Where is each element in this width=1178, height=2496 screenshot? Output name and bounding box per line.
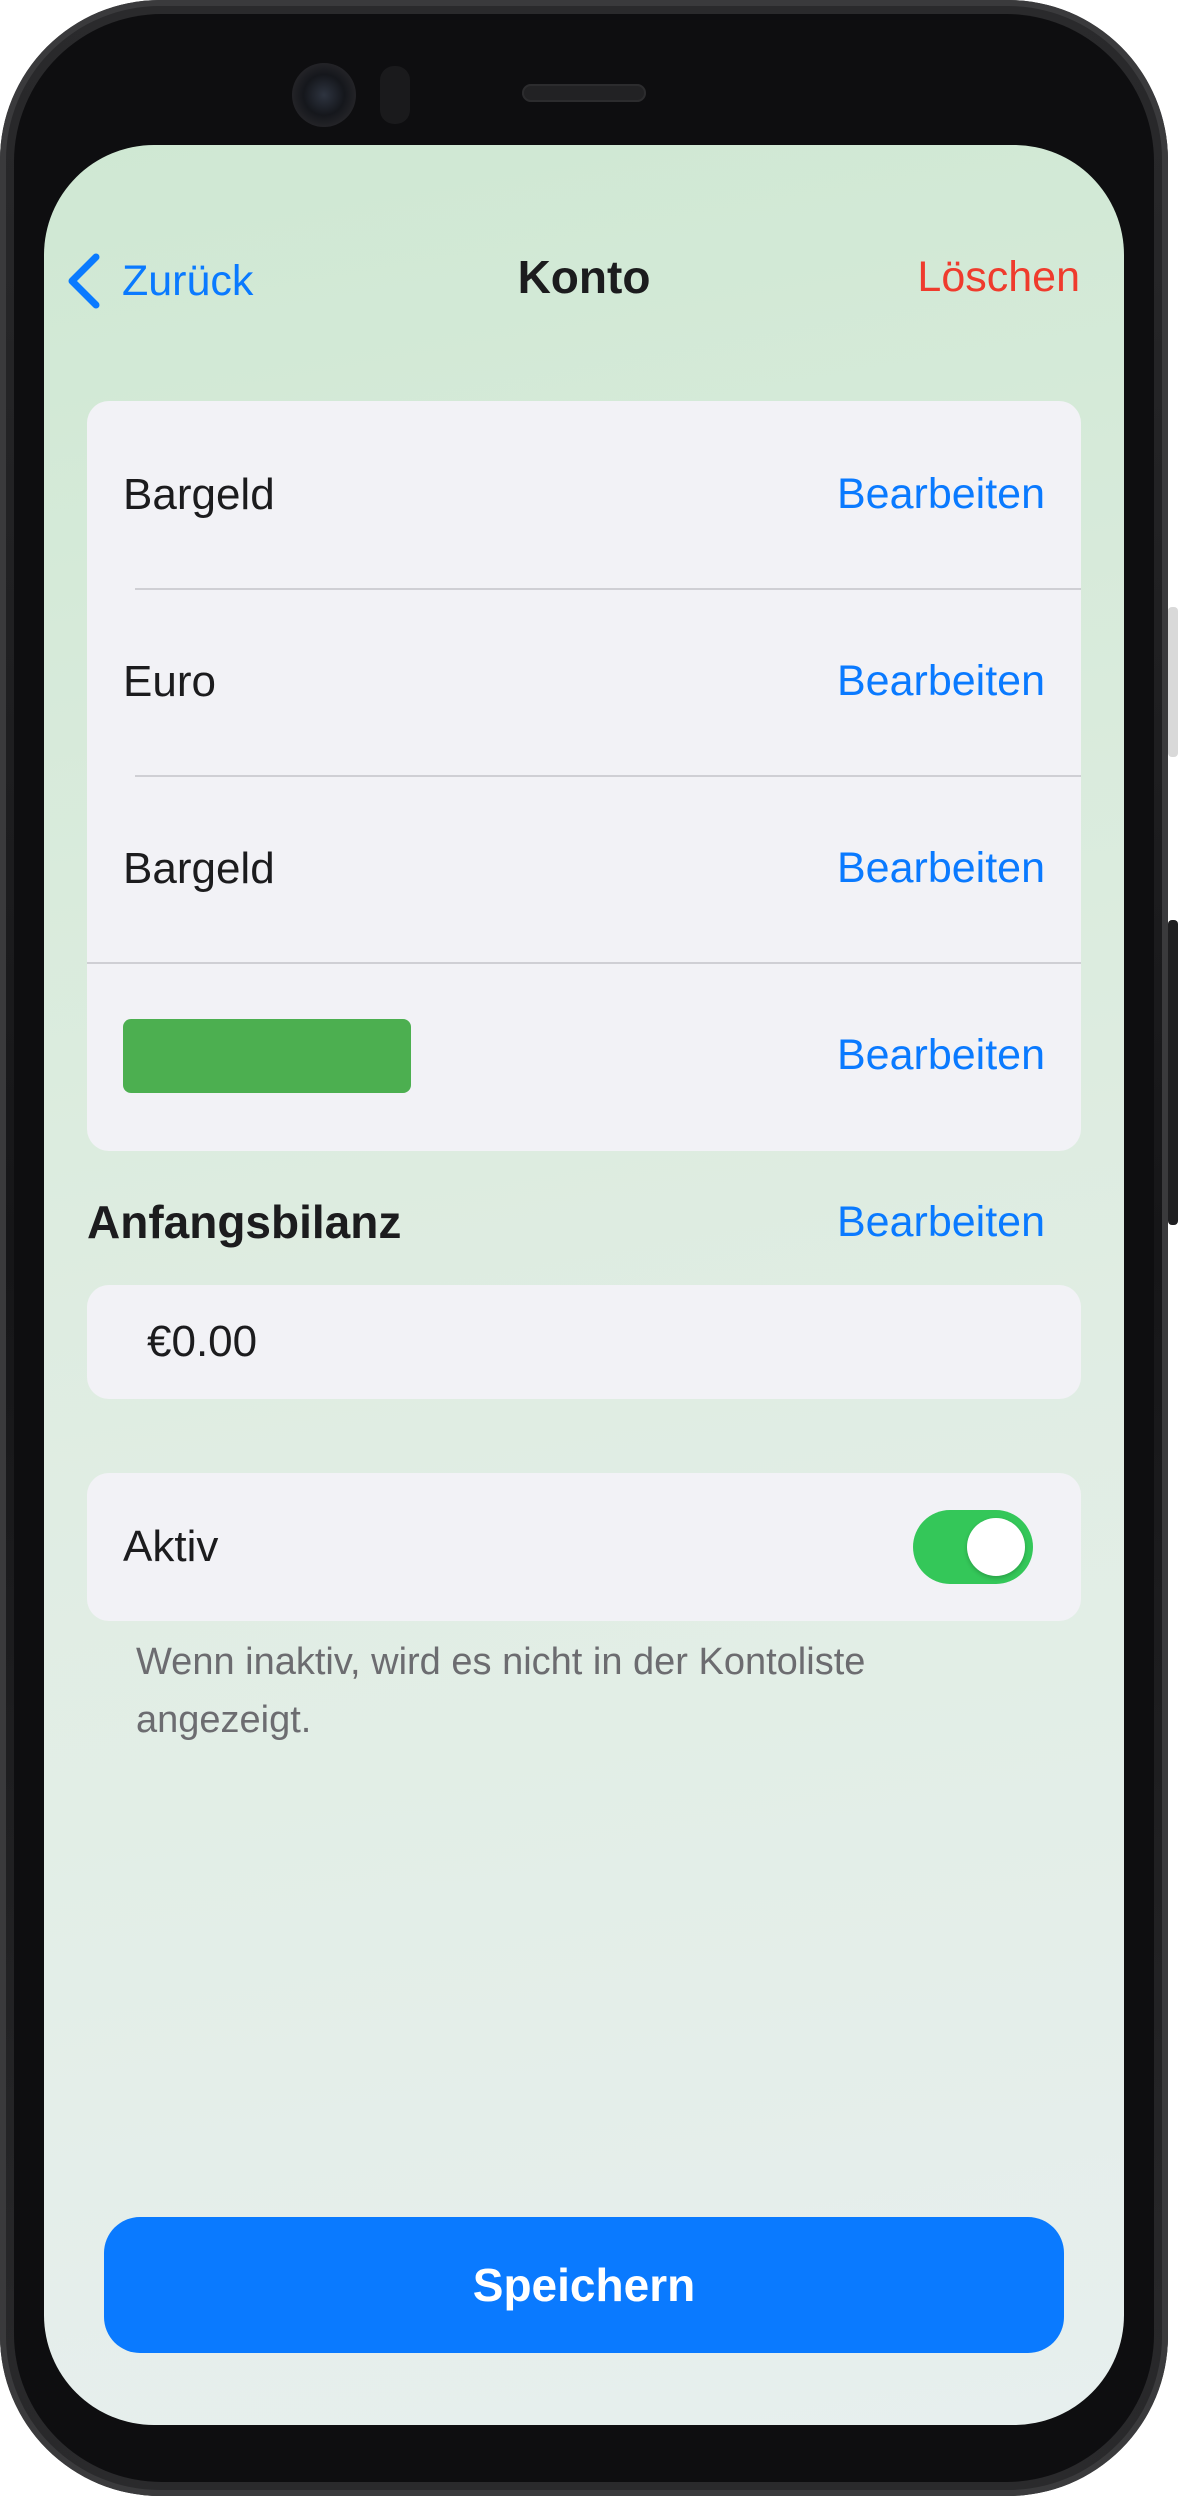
account-type: Bargeld	[123, 843, 275, 893]
edit-currency-button[interactable]: Bearbeiten	[837, 657, 1045, 706]
earpiece-speaker	[522, 84, 646, 102]
toggle-knob	[967, 1518, 1025, 1576]
initial-balance-card: €0.00	[87, 1285, 1081, 1399]
proximity-sensor	[380, 66, 410, 124]
edit-initial-balance-button[interactable]: Bearbeiten	[837, 1198, 1045, 1247]
back-button[interactable]: Zurück	[66, 253, 253, 309]
active-card: Aktiv	[87, 1473, 1081, 1621]
front-camera	[292, 63, 356, 127]
initial-balance-header: Anfangsbilanz Bearbeiten	[87, 1195, 1081, 1249]
currency-row: Euro Bearbeiten	[87, 588, 1081, 775]
app-screen: Zurück Konto Löschen Bargeld Bearbeiten …	[44, 145, 1124, 2425]
account-details-card: Bargeld Bearbeiten Euro Bearbeiten Barge…	[87, 401, 1081, 1151]
phone-frame: Zurück Konto Löschen Bargeld Bearbeiten …	[0, 0, 1168, 2496]
initial-balance-value: €0.00	[147, 1317, 258, 1366]
side-button-volume	[1168, 607, 1178, 757]
currency-name: Euro	[123, 656, 216, 706]
account-name: Bargeld	[123, 469, 275, 519]
active-toggle[interactable]	[913, 1510, 1033, 1584]
chevron-left-icon	[68, 253, 100, 309]
edit-account-type-button[interactable]: Bearbeiten	[837, 844, 1045, 893]
account-color-row: Bearbeiten	[87, 962, 1081, 1149]
navigation-bar: Zurück Konto Löschen	[44, 145, 1124, 425]
initial-balance-title: Anfangsbilanz	[87, 1196, 402, 1248]
account-color-swatch	[123, 1018, 411, 1093]
account-type-row: Bargeld Bearbeiten	[87, 775, 1081, 962]
active-label: Aktiv	[123, 1522, 219, 1571]
active-hint: Wenn inaktiv, wird es nicht in der Konto…	[136, 1641, 866, 1741]
edit-account-name-button[interactable]: Bearbeiten	[837, 470, 1045, 519]
side-button-power	[1168, 920, 1178, 1225]
save-button[interactable]: Speichern	[104, 2217, 1064, 2353]
back-label: Zurück	[122, 256, 254, 305]
edit-account-color-button[interactable]: Bearbeiten	[837, 1031, 1045, 1080]
delete-button[interactable]: Löschen	[917, 253, 1080, 302]
account-name-row: Bargeld Bearbeiten	[87, 401, 1081, 588]
